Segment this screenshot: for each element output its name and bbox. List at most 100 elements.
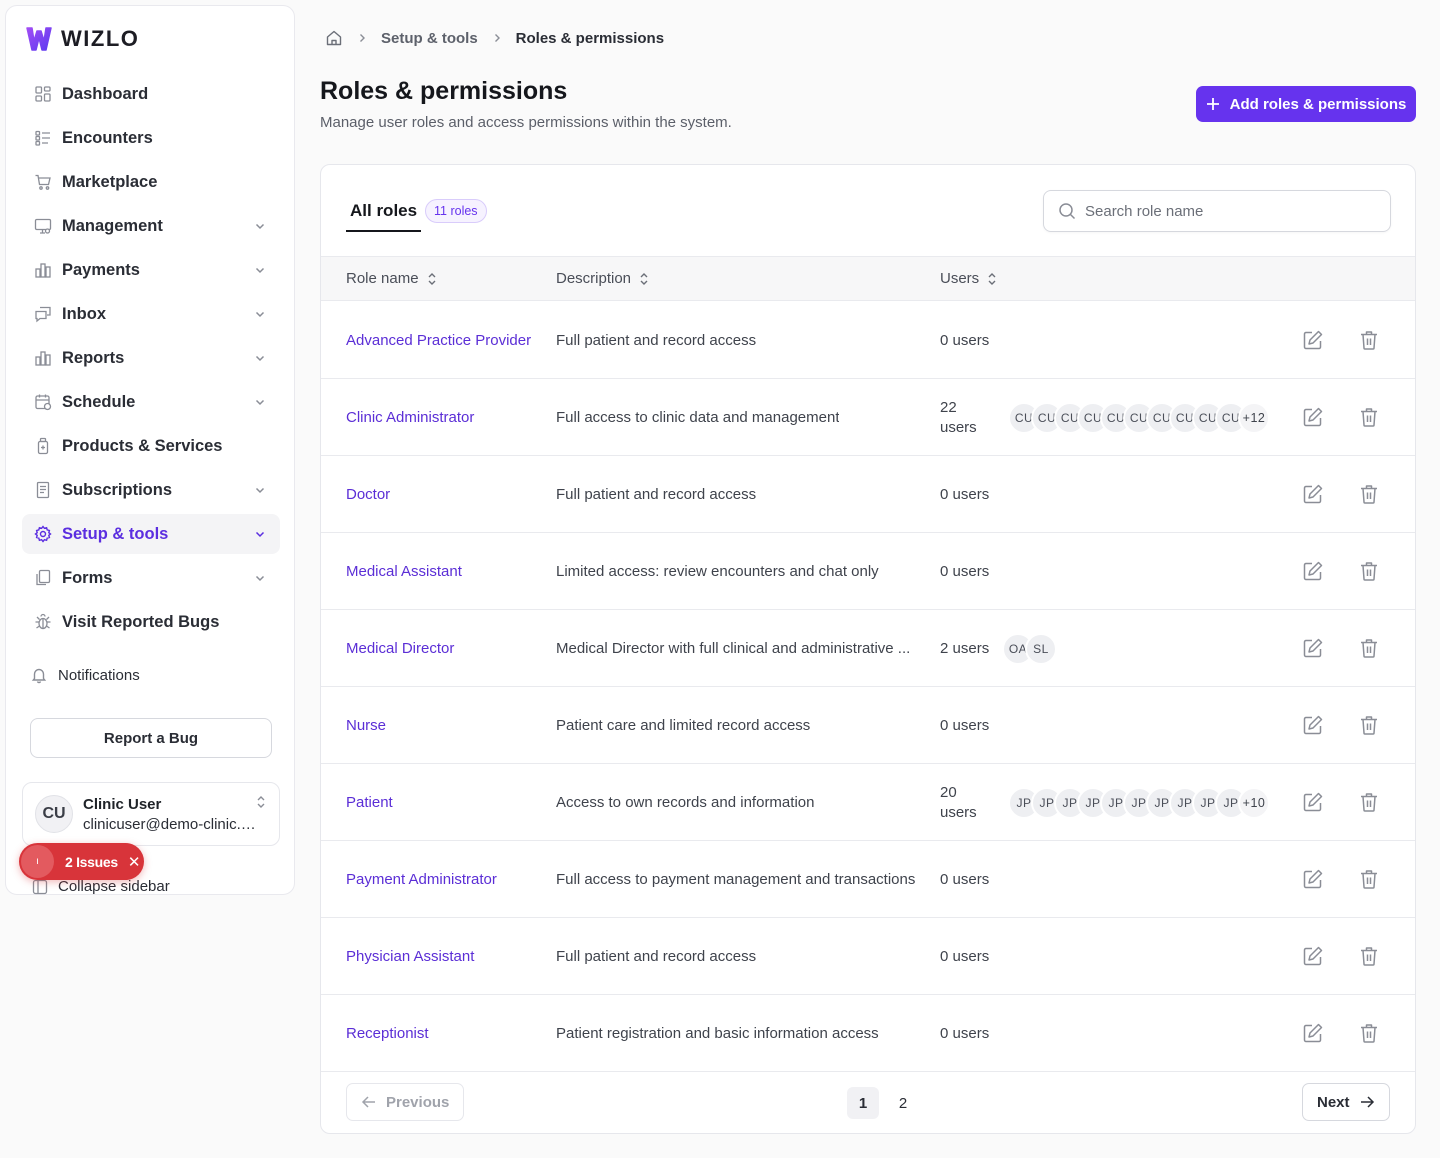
trash-icon[interactable] <box>1358 714 1380 736</box>
sidebar-item-management[interactable]: Management <box>22 206 280 246</box>
chevron-down-icon[interactable] <box>254 571 266 583</box>
role-user-count: 0 users <box>940 485 990 503</box>
trash-icon[interactable] <box>1358 1022 1380 1044</box>
user-avatar-group[interactable]: CU CU CU CU CU CU CU CU CU CU +12 <box>1008 402 1270 434</box>
table-row: Medical Assistant Limited access: review … <box>321 533 1415 610</box>
edit-icon[interactable] <box>1302 945 1324 967</box>
add-roles-button[interactable]: Add roles & permissions <box>1196 86 1416 122</box>
page-title: Roles & permissions <box>320 77 568 105</box>
role-name-link[interactable]: Advanced Practice Provider <box>346 302 531 379</box>
issues-badge[interactable]: ı 2 Issues ✕ <box>19 843 144 880</box>
sidebar-item-subscriptions[interactable]: Subscriptions <box>22 470 280 510</box>
previous-page-button[interactable]: Previous <box>346 1083 465 1121</box>
role-name-link[interactable]: Clinic Administrator <box>346 379 474 456</box>
role-name-link[interactable]: Patient <box>346 764 393 841</box>
sidebar-item-reports[interactable]: Reports <box>22 338 280 378</box>
role-name-link[interactable]: Medical Assistant <box>346 533 462 610</box>
home-icon[interactable] <box>325 29 343 47</box>
edit-icon[interactable] <box>1302 329 1324 351</box>
roles-card: All roles 11 roles Role name Description… <box>320 164 1416 1134</box>
edit-icon[interactable] <box>1302 714 1324 736</box>
trash-icon[interactable] <box>1358 791 1380 813</box>
close-icon[interactable]: ✕ <box>128 853 141 871</box>
bug-icon <box>34 613 52 631</box>
sidebar-item-marketplace[interactable]: Marketplace <box>22 162 280 202</box>
next-page-button[interactable]: Next <box>1302 1083 1390 1121</box>
role-name-link[interactable]: Medical Director <box>346 610 454 687</box>
chevron-down-icon[interactable] <box>254 219 266 231</box>
role-name-link[interactable]: Nurse <box>346 687 386 764</box>
sidebar-item-setup-tools[interactable]: Setup & tools <box>22 514 280 554</box>
sidebar-item-visit-reported-bugs[interactable]: Visit Reported Bugs <box>22 602 280 642</box>
edit-icon[interactable] <box>1302 560 1324 582</box>
sidebar-item-payments[interactable]: Payments <box>22 250 280 290</box>
user-avatar-group[interactable]: OA SL <box>1002 633 1057 665</box>
collapse-sidebar-label: Collapse sidebar <box>58 878 170 895</box>
trash-icon[interactable] <box>1358 483 1380 505</box>
trash-icon[interactable] <box>1358 868 1380 890</box>
edit-icon[interactable] <box>1302 406 1324 428</box>
sidebar-item-products-services[interactable]: Products & Services <box>22 426 280 466</box>
role-description-text: Full patient and record access <box>556 948 757 965</box>
trash-icon[interactable] <box>1358 637 1380 659</box>
app-logo[interactable]: WIZLO <box>25 25 139 53</box>
tab-all-roles[interactable]: All roles <box>346 201 422 232</box>
sidebar-item-encounters[interactable]: Encounters <box>22 118 280 158</box>
role-name-link[interactable]: Receptionist <box>346 995 429 1072</box>
edit-icon[interactable] <box>1302 1022 1324 1044</box>
role-name-link[interactable]: Doctor <box>346 456 390 533</box>
sidebar-item-inbox[interactable]: Inbox <box>22 294 280 334</box>
column-role-name[interactable]: Role name <box>346 270 437 287</box>
bell-icon <box>30 666 48 684</box>
previous-label: Previous <box>386 1093 450 1111</box>
user-email: clinicuser@demo-clinic.com <box>83 815 263 833</box>
bar-chart-icon <box>34 349 52 367</box>
chevron-down-icon[interactable] <box>254 351 266 363</box>
role-name-link[interactable]: Physician Assistant <box>346 918 474 995</box>
bar-chart-icon <box>34 261 52 279</box>
trash-icon[interactable] <box>1358 329 1380 351</box>
add-roles-label: Add roles & permissions <box>1229 95 1407 113</box>
table-row: Advanced Practice Provider Full patient a… <box>321 302 1415 379</box>
chevron-down-icon[interactable] <box>254 395 266 407</box>
sidebar-item-schedule[interactable]: Schedule <box>22 382 280 422</box>
role-name-link[interactable]: Payment Administrator <box>346 841 497 918</box>
notifications-link[interactable]: Notifications <box>30 666 140 684</box>
trash-icon[interactable] <box>1358 945 1380 967</box>
trash-icon[interactable] <box>1358 406 1380 428</box>
breadcrumb-setup-tools[interactable]: Setup & tools <box>381 30 478 47</box>
table-row: Physician Assistant Full patient and reco… <box>321 918 1415 995</box>
user-name: Clinic User <box>83 795 162 813</box>
collapse-sidebar-button[interactable]: Collapse sidebar <box>32 878 170 895</box>
edit-icon[interactable] <box>1302 483 1324 505</box>
user-menu[interactable]: CU Clinic User clinicuser@demo-clinic.co… <box>22 782 280 846</box>
role-description: Full patient and record access <box>556 302 918 379</box>
sidebar-item-label: Products & Services <box>62 436 223 455</box>
search-field[interactable] <box>1043 190 1391 232</box>
sidebar-item-dashboard[interactable]: Dashboard <box>22 74 280 114</box>
user-avatar-group[interactable]: JP JP JP JP JP JP JP JP JP JP +10 <box>1008 787 1270 819</box>
sidebar: WIZLO Dashboard Encounters Marketplace Mana… <box>5 5 295 895</box>
search-input[interactable] <box>1085 202 1365 220</box>
edit-icon[interactable] <box>1302 637 1324 659</box>
edit-icon[interactable] <box>1302 868 1324 890</box>
trash-icon[interactable] <box>1358 560 1380 582</box>
column-users[interactable]: Users <box>940 270 997 287</box>
report-bug-button[interactable]: Report a Bug <box>30 718 272 758</box>
role-description: Medical Director with full clinical and … <box>556 610 918 687</box>
table-row: Doctor Full patient and record access 0 us… <box>321 456 1415 533</box>
next-label: Next <box>1317 1093 1350 1111</box>
column-description[interactable]: Description <box>556 270 649 287</box>
page-1-button[interactable]: 1 <box>847 1087 879 1119</box>
chevron-down-icon[interactable] <box>254 307 266 319</box>
sidebar-item-label: Subscriptions <box>62 480 173 499</box>
chevron-down-icon[interactable] <box>254 263 266 275</box>
chevron-up-down-icon <box>257 796 265 808</box>
sidebar-item-forms[interactable]: Forms <box>22 558 280 598</box>
chevron-down-icon[interactable] <box>254 527 266 539</box>
page-2-button[interactable]: 2 <box>887 1087 919 1119</box>
chevron-down-icon[interactable] <box>254 483 266 495</box>
edit-icon[interactable] <box>1302 791 1324 813</box>
role-description: Full access to clinic data and managemen… <box>556 379 918 456</box>
chat-icon <box>34 305 52 323</box>
